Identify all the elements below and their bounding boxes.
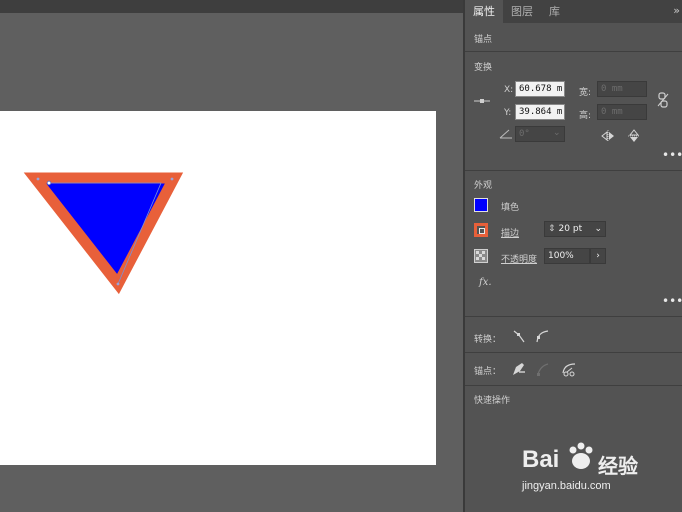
fill-label: 填色 [501, 203, 520, 213]
constrain-proportions-icon[interactable] [656, 92, 670, 108]
tab-layers[interactable]: 图层 [503, 0, 541, 23]
anchor-point[interactable] [36, 177, 40, 181]
divider [465, 316, 682, 317]
stroke-weight-stepper-icon[interactable]: ⇕ [548, 224, 556, 234]
divider [465, 51, 682, 52]
fx-effects-button[interactable]: fx. [479, 277, 492, 288]
selection-type-label: 锚点 [474, 35, 493, 45]
reference-point-icon[interactable] [474, 96, 490, 106]
watermark-brand-cn: 经验 [598, 454, 638, 478]
cut-path-icon[interactable] [561, 361, 577, 377]
divider [465, 170, 682, 171]
x-label: X: [504, 85, 514, 95]
opacity-input[interactable]: 100% [544, 248, 590, 264]
canvas-area[interactable] [0, 13, 463, 512]
y-label: Y: [504, 108, 512, 118]
window-top-bar [0, 0, 463, 13]
convert-corner-icon[interactable] [512, 329, 526, 343]
panel-tabs: 属性 图层 库 » [465, 0, 682, 23]
canvas-shapes [23, 172, 184, 295]
width-label: 宽: [579, 88, 592, 98]
more-options-icon[interactable]: ••• [662, 294, 682, 308]
anchor-point[interactable] [170, 177, 174, 181]
opacity-arrow-icon[interactable]: › [590, 248, 606, 264]
watermark-url: jingyan.baidu.com [522, 480, 611, 492]
properties-panel: 属性 图层 库 » 锚点 变换 X: 60.678 m Y: 39.864 m … [463, 0, 682, 512]
watermark-brand: Bai [522, 446, 560, 473]
stroke-weight-dropdown-icon[interactable]: ⌄ [594, 222, 602, 236]
stroke-weight-value: 20 pt [558, 224, 583, 234]
transform-title: 变换 [474, 63, 493, 73]
height-label: 高: [579, 111, 592, 121]
anchor-point[interactable] [46, 180, 52, 186]
tab-libraries[interactable]: 库 [541, 0, 568, 23]
baidu-paw-icon [569, 442, 593, 469]
watermark: Bai 经验 jingyan.baidu.com [522, 438, 672, 498]
height-input[interactable]: 0 mm [597, 104, 647, 120]
triangle-shape[interactable] [23, 172, 184, 295]
flip-vertical-icon[interactable] [628, 129, 640, 143]
disabled-anchor-icon [537, 363, 549, 376]
convert-label: 转换： [474, 335, 502, 345]
rotate-angle-icon [499, 129, 512, 139]
x-input[interactable]: 60.678 m [515, 81, 565, 97]
collapse-panel-icon[interactable]: » [673, 4, 680, 17]
flip-horizontal-icon[interactable] [601, 130, 615, 142]
stroke-label[interactable]: 描边 [501, 226, 519, 239]
more-options-icon[interactable]: ••• [662, 148, 682, 162]
stroke-weight-input[interactable]: ⇕ 20 pt ⌄ [544, 221, 606, 237]
quick-actions-title: 快速操作 [474, 396, 511, 406]
tab-properties[interactable]: 属性 [465, 0, 503, 23]
appearance-title: 外观 [474, 181, 493, 191]
divider [465, 352, 682, 353]
width-input[interactable]: 0 mm [597, 81, 647, 97]
opacity-label[interactable]: 不透明度 [501, 252, 537, 265]
pen-remove-anchor-icon[interactable] [510, 361, 526, 377]
rotate-dropdown-icon[interactable]: ⌄ [553, 128, 561, 138]
opacity-checker-icon[interactable] [474, 249, 488, 263]
anchor-label: 锚点： [474, 367, 502, 377]
divider [465, 385, 682, 386]
stroke-swatch-inner [479, 228, 485, 234]
stroke-swatch[interactable] [474, 223, 488, 237]
anchor-point[interactable] [116, 282, 120, 286]
convert-smooth-icon[interactable] [535, 329, 549, 343]
y-input[interactable]: 39.864 m [515, 104, 565, 120]
fill-swatch[interactable] [474, 198, 488, 212]
